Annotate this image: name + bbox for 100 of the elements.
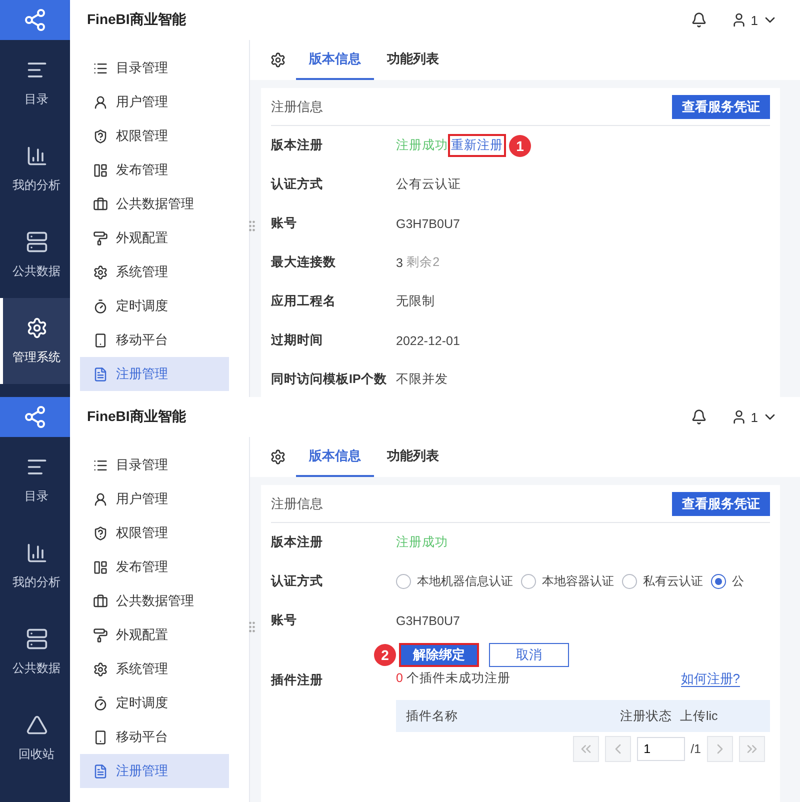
menu-item[interactable]: 定时调度: [80, 289, 229, 323]
menu-item[interactable]: 目录管理: [80, 448, 229, 482]
gear-icon: [26, 316, 48, 338]
radio-label: 公: [732, 573, 744, 590]
radio-button[interactable]: [396, 574, 411, 589]
settings-icon[interactable]: [270, 52, 286, 68]
menu-item[interactable]: 系统管理: [80, 255, 229, 289]
nav-item[interactable]: 我的分析: [0, 126, 70, 212]
nav-item[interactable]: 管理系统: [0, 298, 70, 384]
radio-button[interactable]: [622, 574, 637, 589]
logo-icon[interactable]: [0, 397, 70, 437]
field-label: 最大连接数: [271, 254, 337, 271]
menu-item[interactable]: 发布管理: [80, 550, 229, 584]
user-icon: [730, 12, 747, 28]
column-header: 插件名称: [406, 708, 459, 724]
gear-icon: [93, 264, 108, 280]
field-label: 插件注册: [271, 672, 324, 689]
chart-icon: [26, 542, 48, 564]
radio-button[interactable]: [711, 574, 726, 589]
bell-icon[interactable]: [690, 409, 707, 425]
menu-item[interactable]: 发布管理: [80, 153, 229, 187]
view-credential-button[interactable]: 查看服务凭证: [672, 94, 770, 118]
app-title: FineBI商业智能: [87, 11, 187, 29]
nav-item[interactable]: 目录: [0, 40, 70, 126]
last-page-button[interactable]: [739, 736, 765, 762]
nav-item[interactable]: 公共数据: [0, 212, 70, 298]
menu-item[interactable]: 权限管理: [80, 516, 229, 550]
how-to-register-link[interactable]: 如何注册?: [680, 670, 740, 687]
field-value: 不限并发: [396, 371, 448, 388]
field-value: 2022-12-01: [396, 334, 460, 348]
menu-item[interactable]: 用户管理: [80, 85, 229, 119]
column-header: 注册状态: [620, 708, 672, 724]
remaining-note: 剩余2: [406, 254, 440, 271]
phone-icon: [93, 332, 108, 348]
field-label: 同时访问模板IP个数: [271, 371, 388, 388]
previous-page-button[interactable]: [604, 736, 631, 762]
failed-count: 0: [396, 671, 403, 685]
tab[interactable]: 版本信息: [296, 40, 374, 80]
menu-item[interactable]: 注册管理: [80, 357, 229, 391]
menu-item[interactable]: 注册管理: [80, 754, 229, 788]
menu-item[interactable]: 定时调度: [80, 686, 229, 720]
gear-icon: [93, 662, 108, 676]
menu-item[interactable]: 公共数据管理: [80, 187, 229, 221]
menu-item[interactable]: 移动平台: [80, 720, 229, 754]
nav-label: 管理系统: [12, 348, 60, 366]
page-input[interactable]: 1: [636, 737, 685, 761]
radio-label: 本地机器信息认证: [417, 573, 513, 590]
view-credential-button[interactable]: 查看服务凭证: [672, 492, 770, 516]
page-total: /1: [690, 742, 701, 756]
field-value: 公有云认证: [396, 176, 461, 193]
plugin-summary: 个插件未成功注册: [406, 671, 511, 685]
field-label: 版本注册: [271, 534, 324, 551]
user-icon: [93, 492, 108, 506]
menu-item[interactable]: 外观配置: [80, 221, 229, 255]
menu-item[interactable]: 目录管理: [80, 51, 229, 85]
user-menu[interactable]: 1: [730, 12, 778, 28]
column-header: 上传lic: [680, 708, 719, 724]
field-label: 账号: [271, 215, 298, 232]
field-value: 3: [396, 256, 403, 270]
first-page-button[interactable]: [572, 736, 599, 762]
menu-item[interactable]: 移动平台: [80, 323, 229, 357]
nav-item[interactable]: 目录: [0, 437, 70, 523]
step-badge: 1: [509, 134, 531, 156]
bell-icon[interactable]: [690, 12, 707, 28]
layout-icon: [93, 560, 108, 574]
menu-item[interactable]: 公共数据管理: [80, 584, 229, 618]
logo-icon[interactable]: [0, 0, 70, 40]
field-label: 版本注册: [271, 137, 324, 154]
nav-item[interactable]: 公共数据: [0, 609, 70, 695]
server-icon: [26, 628, 48, 650]
field-value: 无限制: [396, 293, 435, 310]
field-value: G3H7B0U7: [396, 216, 460, 230]
menu-item[interactable]: 用户管理: [80, 482, 229, 516]
document-icon: [93, 764, 108, 778]
re-register-link[interactable]: 重新注册: [448, 134, 506, 157]
paint-roller-icon: [93, 230, 108, 246]
menu-item[interactable]: 外观配置: [80, 618, 229, 652]
user-menu[interactable]: 1: [730, 409, 778, 425]
chart-icon: [26, 144, 48, 166]
unbind-button[interactable]: 解除绑定: [399, 643, 479, 667]
settings-icon[interactable]: [270, 449, 286, 465]
nav-item[interactable]: 回收站: [0, 695, 70, 781]
field-label: 过期时间: [271, 332, 324, 349]
timer-icon: [93, 696, 108, 710]
nav-item[interactable]: 我的分析: [0, 523, 70, 609]
menu-item[interactable]: 权限管理: [80, 119, 229, 153]
next-page-button[interactable]: [707, 736, 733, 762]
field-label: 认证方式: [271, 176, 324, 193]
tab[interactable]: 功能列表: [374, 40, 452, 80]
triangle-icon: [26, 714, 48, 736]
tab[interactable]: 功能列表: [374, 437, 452, 477]
cancel-button[interactable]: 取消: [489, 643, 569, 667]
user-icon: [93, 94, 108, 110]
menu-item[interactable]: 系统管理: [80, 652, 229, 686]
list-icon: [93, 458, 108, 472]
radio-label: 本地容器认证: [542, 573, 614, 590]
radio-button[interactable]: [521, 574, 536, 589]
section-title: 注册信息: [271, 494, 323, 512]
tab[interactable]: 版本信息: [296, 437, 374, 477]
list-icon: [93, 60, 108, 76]
